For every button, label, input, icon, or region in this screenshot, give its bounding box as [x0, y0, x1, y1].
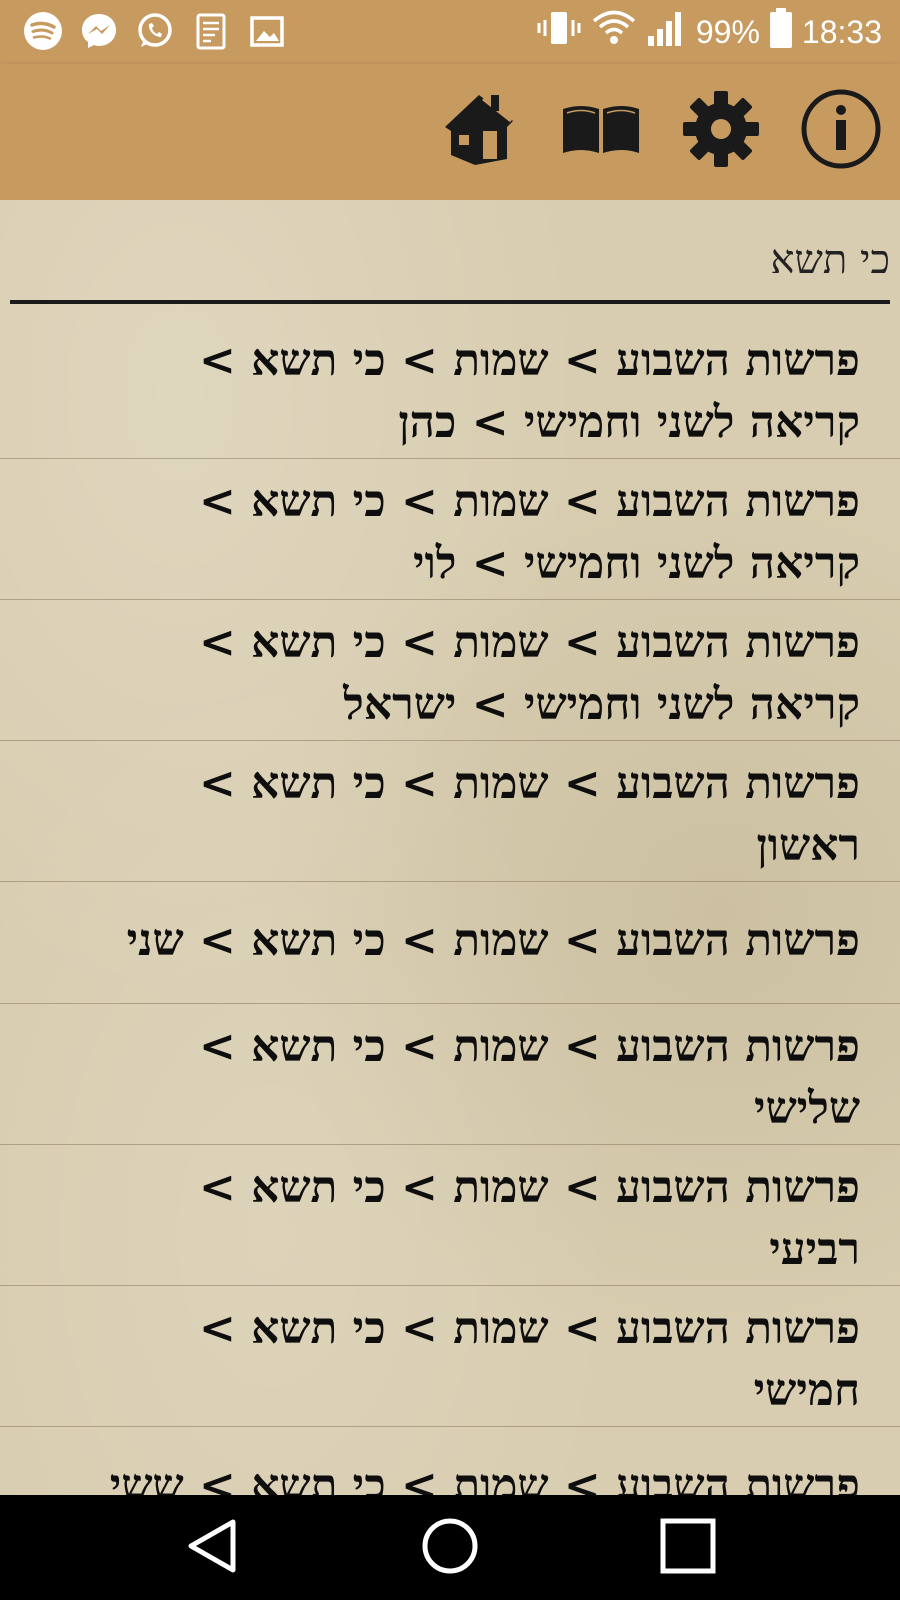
result-title: חמישי: [753, 1365, 860, 1416]
gear-icon: [681, 89, 761, 173]
list-item[interactable]: פרשות השבוע > שמות > כי תשא > קריאה לשני…: [0, 318, 900, 459]
result-path: פרשות השבוע > שמות > כי תשא >: [198, 1162, 860, 1213]
spotify-icon: [22, 10, 64, 52]
back-triangle-icon: [183, 1516, 243, 1580]
info-button[interactable]: [796, 86, 886, 176]
whatsapp-icon: [134, 10, 176, 52]
list-item[interactable]: פרשות השבוע > שמות > כי תשא > שלישי: [0, 1004, 900, 1145]
result-path: פרשות השבוע > שמות > כי תשא > שני: [126, 915, 860, 966]
vibrate-icon: [536, 8, 582, 56]
content-area: פרשות השבוע > שמות > כי תשא > קריאה לשני…: [0, 200, 900, 1495]
navigation-bar: [0, 1495, 900, 1600]
clock: 18:33: [801, 13, 882, 50]
signal-icon: [646, 8, 686, 56]
recents-button[interactable]: [643, 1513, 733, 1583]
battery-icon: [769, 8, 792, 56]
result-title: רביעי: [769, 1224, 860, 1275]
gallery-icon: [246, 10, 288, 52]
result-path: פרשות השבוע > שמות > כי תשא >: [198, 476, 860, 527]
result-title: קריאה לשני וחמישי > כהן: [398, 397, 860, 448]
home-button[interactable]: [432, 86, 522, 176]
list-item[interactable]: פרשות השבוע > שמות > כי תשא > רביעי: [0, 1145, 900, 1286]
result-path: פרשות השבוע > שמות > כי תשא > ששי: [109, 1460, 860, 1495]
home-icon: [435, 87, 519, 175]
result-path: פרשות השבוע > שמות > כי תשא >: [198, 617, 860, 668]
status-bar: 99% 18:33: [0, 0, 900, 64]
home-nav-button[interactable]: [405, 1513, 495, 1583]
info-icon: [800, 88, 882, 174]
list-item[interactable]: פרשות השבוע > שמות > כי תשא > חמישי: [0, 1286, 900, 1427]
result-path: פרשות השבוע > שמות > כי תשא >: [198, 1021, 860, 1072]
list-item[interactable]: פרשות השבוע > שמות > כי תשא > ראשון: [0, 741, 900, 882]
result-title: קריאה לשני וחמישי > לוי: [413, 538, 860, 589]
library-button[interactable]: [556, 86, 646, 176]
messenger-icon: [78, 10, 120, 52]
result-title: ראשון: [756, 820, 861, 871]
results-list: פרשות השבוע > שמות > כי תשא > קריאה לשני…: [0, 318, 900, 1495]
back-button[interactable]: [168, 1513, 258, 1583]
notes-icon: [190, 10, 232, 52]
result-title: קריאה לשני וחמישי > ישראל: [343, 679, 860, 730]
wifi-icon: [592, 8, 636, 56]
result-title: שלישי: [754, 1083, 860, 1134]
result-path: פרשות השבוע > שמות > כי תשא >: [198, 758, 860, 809]
home-circle-icon: [420, 1516, 480, 1580]
recents-square-icon: [658, 1516, 718, 1580]
result-path: פרשות השבוע > שמות > כי תשא >: [198, 335, 860, 386]
app-toolbar: [0, 64, 900, 200]
result-path: פרשות השבוע > שמות > כי תשא >: [198, 1303, 860, 1354]
list-item[interactable]: פרשות השבוע > שמות > כי תשא > קריאה לשני…: [0, 459, 900, 600]
book-icon: [559, 87, 643, 175]
list-item[interactable]: פרשות השבוע > שמות > כי תשא > קריאה לשני…: [0, 600, 900, 741]
search-box: [10, 220, 890, 304]
list-item[interactable]: פרשות השבוע > שמות > כי תשא > ששי: [0, 1427, 900, 1495]
settings-button[interactable]: [676, 86, 766, 176]
battery-percent: 99%: [695, 13, 760, 50]
list-item[interactable]: פרשות השבוע > שמות > כי תשא > שני: [0, 882, 900, 1004]
search-input[interactable]: [30, 220, 890, 298]
